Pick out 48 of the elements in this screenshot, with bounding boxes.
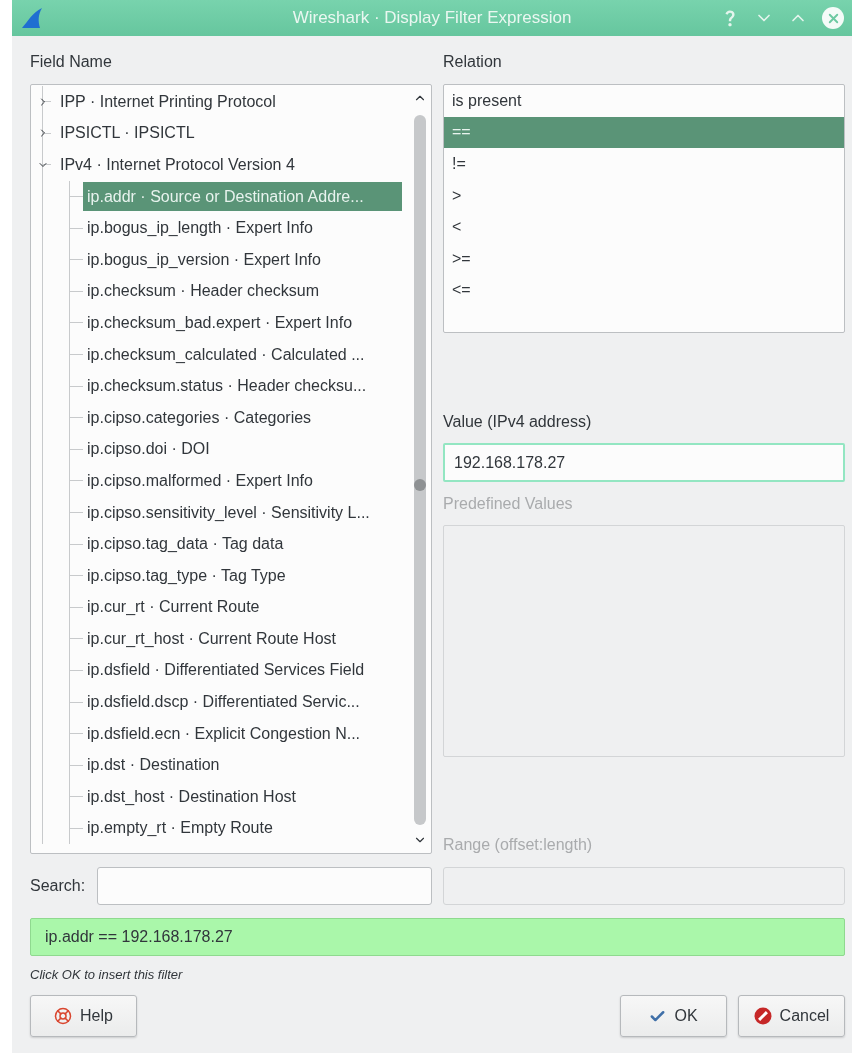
- shark-fin-icon: [20, 7, 44, 29]
- help-button[interactable]: Help: [30, 995, 137, 1037]
- tree-item[interactable]: ip.checksum.status · Header checksu...: [83, 371, 373, 401]
- tree-item[interactable]: ip.cipso.doi · DOI: [83, 434, 216, 465]
- search-label: Search:: [30, 876, 86, 896]
- value-field[interactable]: 192.168.178.27: [443, 443, 845, 482]
- tree-item[interactable]: ip.cipso.tag_data · Tag data: [83, 529, 290, 559]
- field-name-label: Field Name: [30, 52, 113, 72]
- tree-item[interactable]: ip.cipso.malformed · Expert Info: [83, 466, 319, 496]
- range-label: Range (offset:length): [443, 835, 594, 855]
- tree-item[interactable]: ip.cipso.sensitivity_level · Sensitivity L...: [83, 497, 376, 528]
- scroll-thumb[interactable]: [414, 479, 426, 491]
- tree-item[interactable]: ip.dsfield.dscp · Differentiated Servic...: [83, 687, 366, 717]
- tree-item[interactable]: ip.empty_rt · Empty Route: [83, 813, 279, 844]
- tree-item[interactable]: ip.dst · Destination: [83, 750, 226, 781]
- search-field[interactable]: [97, 867, 432, 905]
- predefined-values-label: Predefined Values: [443, 494, 574, 514]
- tree-item[interactable]: ip.dst_host · Destination Host: [83, 782, 302, 812]
- hint-text: Click OK to insert this filter: [30, 966, 184, 984]
- relation-item[interactable]: <=: [444, 274, 844, 307]
- tree-item[interactable]: IPP · Internet Printing Protocol: [56, 87, 282, 117]
- relation-item[interactable]: >=: [444, 242, 844, 275]
- tree-item[interactable]: ip.checksum_calculated · Calculated ...: [83, 339, 371, 370]
- tree-item[interactable]: ip.bogus_ip_length · Expert Info: [83, 213, 319, 243]
- cancel-icon: [753, 1007, 772, 1025]
- window-title: Wireshark · Display Filter Expression: [291, 7, 573, 30]
- value-label: Value (IPv4 address): [443, 412, 593, 432]
- tree-item[interactable]: ip.dsfield · Differentiated Services Field: [83, 655, 371, 686]
- relation-item[interactable]: is present: [444, 85, 844, 117]
- ok-button[interactable]: OK: [620, 995, 727, 1037]
- tree-item[interactable]: ip.cur_rt · Current Route: [83, 592, 266, 623]
- close-icon[interactable]: [822, 7, 844, 29]
- tree-item[interactable]: ip.dsfield.ecn · Explicit Congestion N...: [83, 718, 366, 749]
- filter-field[interactable]: ip.addr == 192.168.178.27: [30, 918, 845, 956]
- tree-item[interactable]: ip.cipso.tag_type · Tag Type: [83, 560, 292, 591]
- relation-item[interactable]: <: [444, 211, 844, 243]
- tree-item[interactable]: IPSICTL · IPSICTL: [56, 118, 201, 149]
- tree-item[interactable]: ip.cur_rt_host · Current Route Host: [83, 624, 342, 654]
- tree-item[interactable]: ip.cipso.categories · Categories: [83, 402, 318, 433]
- tree-item[interactable]: ip.checksum · Header checksum: [83, 276, 326, 307]
- cancel-button[interactable]: Cancel: [738, 995, 845, 1037]
- relation-label: Relation: [443, 52, 503, 72]
- tree-item[interactable]: ip.bogus_ip_version · Expert Info: [83, 244, 327, 275]
- lifebuoy-icon: [54, 1007, 73, 1025]
- tree-item[interactable]: IPv4 · Internet Protocol Version 4: [56, 150, 301, 180]
- tree-item[interactable]: ip.checksum_bad.expert · Expert Info: [83, 308, 359, 338]
- relation-item[interactable]: >: [444, 179, 844, 212]
- relation-item[interactable]: !=: [444, 148, 844, 180]
